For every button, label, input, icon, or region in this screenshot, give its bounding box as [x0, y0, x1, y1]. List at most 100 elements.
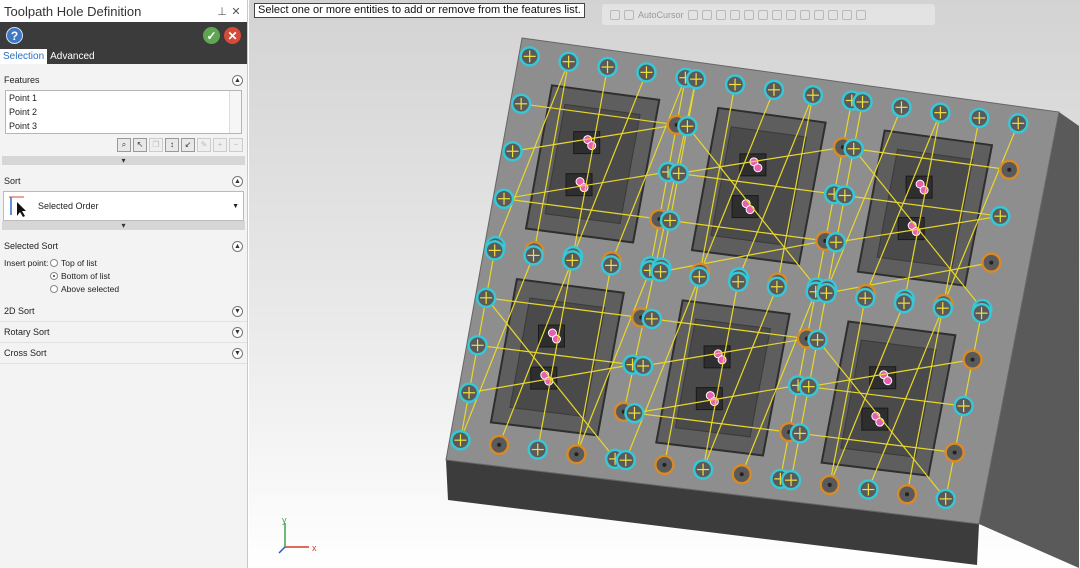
above-selected-label[interactable]: Above selected: [61, 284, 119, 294]
chain-icon[interactable]: [715, 9, 726, 20]
add-icon[interactable]: +: [213, 138, 227, 152]
reverse-icon[interactable]: ↕: [165, 138, 179, 152]
part-model[interactable]: [249, 0, 1080, 568]
tab-advanced[interactable]: Advanced: [47, 49, 97, 64]
list-item[interactable]: Point 2: [6, 105, 241, 119]
top-of-list-radio[interactable]: [50, 258, 58, 267]
sort-selected-value: Selected Order: [38, 201, 99, 211]
refresh-icon[interactable]: [855, 9, 866, 20]
bottom-of-list-radio[interactable]: [50, 271, 58, 280]
undo-icon[interactable]: [827, 9, 838, 20]
point-icon[interactable]: [687, 9, 698, 20]
zoom-select-icon[interactable]: ⌕: [117, 138, 131, 152]
bottom-of-list-label[interactable]: Bottom of list: [61, 271, 110, 281]
ok-button[interactable]: ✓: [203, 27, 220, 44]
features-section-header[interactable]: Features ▲: [0, 70, 247, 90]
hole-center: [827, 482, 832, 487]
panel-titlebar: Toolpath Hole Definition ⊥ ✕: [0, 0, 247, 22]
import-icon[interactable]: ↙: [181, 138, 195, 152]
pink-feature: [587, 141, 597, 151]
insert-point-row: Above selected: [0, 282, 247, 295]
pink-feature: [875, 417, 885, 427]
features-heading: Features: [4, 75, 40, 85]
pin-icon[interactable]: ⊥: [215, 5, 229, 18]
hole-center: [739, 472, 744, 477]
2d-sort-section[interactable]: 2D Sort ▼: [0, 301, 247, 322]
pink-feature: [753, 163, 763, 173]
copy-icon[interactable]: ❐: [149, 138, 163, 152]
graphics-toolbar: AutoCursor: [602, 4, 935, 25]
status-tooltip: Select one or more entities to add or re…: [254, 3, 585, 18]
hole-center: [952, 450, 957, 455]
insert-point-label: Insert point:: [4, 257, 49, 268]
rotary-sort-heading: Rotary Sort: [4, 327, 50, 337]
autocursor-icon[interactable]: [624, 9, 634, 20]
chevron-down-icon[interactable]: ▼: [232, 203, 239, 210]
sort-expander[interactable]: ▾: [2, 221, 245, 230]
axis-triad: x y: [278, 517, 317, 554]
sort-section-header[interactable]: Sort ▲: [0, 171, 247, 191]
list-item[interactable]: Point 3: [6, 119, 241, 133]
graphics-viewport[interactable]: Select one or more entities to add or re…: [249, 0, 1080, 568]
pink-feature: [883, 376, 893, 386]
cross-sort-section[interactable]: Cross Sort ▼: [0, 343, 247, 364]
redo-icon[interactable]: [841, 9, 852, 20]
help-icon[interactable]: ?: [6, 27, 23, 44]
chevron-up-icon[interactable]: ▲: [232, 175, 243, 187]
close-icon[interactable]: ✕: [229, 5, 243, 18]
pink-feature: [745, 205, 755, 215]
list-item[interactable]: Point 1: [6, 91, 241, 105]
edit-icon[interactable]: ✎: [197, 138, 211, 152]
hole-center: [662, 462, 667, 467]
insert-point-row: Bottom of list: [0, 269, 247, 282]
select-cursor-icon[interactable]: ↖: [133, 138, 147, 152]
hole-center: [497, 442, 502, 447]
edge-icon[interactable]: [771, 9, 782, 20]
x-axis-label: x: [312, 543, 317, 553]
features-list-scrollbar[interactable]: [229, 91, 241, 133]
panel-action-bar: ? ✓ ✕: [0, 22, 247, 49]
selected-sort-heading: Selected Sort: [4, 241, 59, 251]
chevron-down-icon[interactable]: ▼: [232, 347, 243, 359]
pink-feature: [551, 334, 561, 344]
remove-icon[interactable]: −: [229, 138, 243, 152]
chevron-down-icon[interactable]: ▼: [232, 305, 243, 317]
pink-feature: [919, 185, 929, 195]
panel-tabs: Selection Advanced: [0, 49, 247, 64]
body-icon[interactable]: [757, 9, 768, 20]
chevron-up-icon[interactable]: ▲: [232, 240, 243, 252]
tab-selection[interactable]: Selection: [0, 49, 48, 64]
rotary-sort-section[interactable]: Rotary Sort ▼: [0, 322, 247, 343]
top-of-list-label[interactable]: Top of list: [61, 258, 97, 268]
autocursor-label[interactable]: AutoCursor: [638, 10, 684, 20]
cross-sort-heading: Cross Sort: [4, 348, 47, 358]
insert-point-row: Insert point: Top of list: [0, 256, 247, 269]
above-selected-radio[interactable]: [50, 284, 58, 293]
clear-icon[interactable]: [610, 9, 620, 20]
y-axis-label: y: [282, 517, 287, 525]
hole-center: [989, 260, 994, 265]
chevron-down-icon[interactable]: ▼: [232, 326, 243, 338]
hole-center: [574, 452, 579, 457]
features-list[interactable]: Point 1 Point 2 Point 3: [5, 90, 242, 134]
hole-center: [905, 492, 910, 497]
pink-feature: [717, 355, 727, 365]
hole-center: [970, 357, 975, 362]
cancel-button[interactable]: ✕: [224, 27, 241, 44]
window-icon[interactable]: [813, 9, 824, 20]
solid-icon[interactable]: [729, 9, 740, 20]
hole-center: [1007, 167, 1012, 172]
panel-title: Toolpath Hole Definition: [4, 3, 142, 19]
features-expander[interactable]: ▾: [2, 156, 245, 165]
toolpath-hole-definition-panel: Toolpath Hole Definition ⊥ ✕ ? ✓ ✕ Selec…: [0, 0, 248, 568]
select-icon[interactable]: [701, 9, 712, 20]
features-toolbar: ⌕ ↖ ❐ ↕ ↙ ✎ + −: [0, 134, 247, 156]
sort-method-select[interactable]: Selected Order ▼: [3, 191, 244, 221]
face-icon[interactable]: [743, 9, 754, 20]
2d-sort-heading: 2D Sort: [4, 306, 35, 316]
chevron-up-icon[interactable]: ▲: [232, 74, 243, 86]
selected-sort-section-header[interactable]: Selected Sort ▲: [0, 236, 247, 256]
grid-icon[interactable]: [799, 9, 810, 20]
filter-icon[interactable]: [785, 9, 796, 20]
selected-order-icon: [9, 196, 26, 217]
